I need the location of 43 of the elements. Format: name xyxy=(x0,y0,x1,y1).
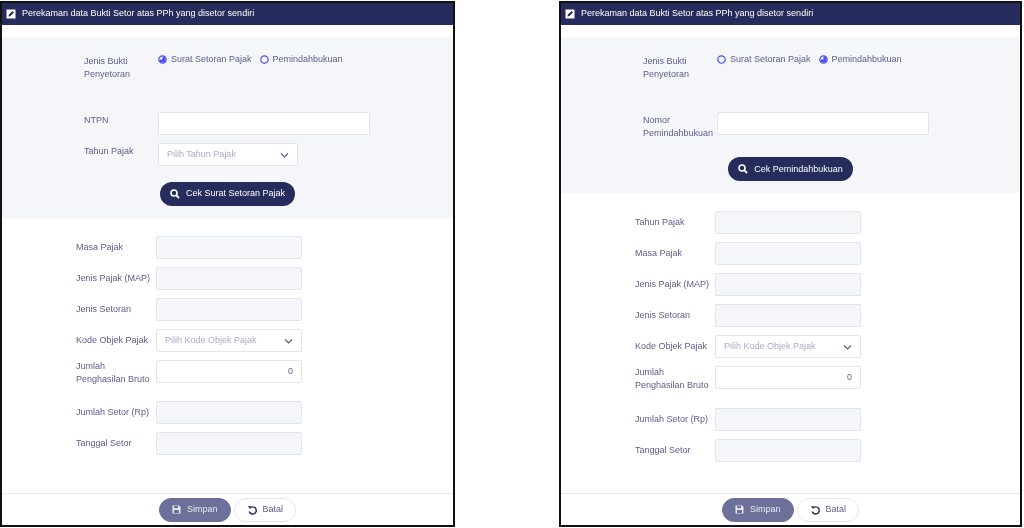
field-label: Tanggal Setor xyxy=(635,443,692,457)
field-label: Kode Objek Pajak xyxy=(635,340,709,353)
field-label: Nomor Pemindahbukuan xyxy=(643,114,715,140)
field-label: Tanggal Setor xyxy=(76,437,133,450)
field-label: Jumlah Setor (Rp) xyxy=(635,412,710,426)
cancel-button[interactable]: Batal xyxy=(233,497,296,522)
field-label: Masa Pajak xyxy=(76,241,125,254)
field-label: Kode Objek Pajak xyxy=(76,334,150,347)
field-label: Jenis Bukti Penyetoran xyxy=(84,55,132,81)
number-input-field[interactable]: 0 xyxy=(715,366,861,390)
field-label: Masa Pajak xyxy=(635,247,684,260)
panel-title: Perekaman data Bukti Setor atas PPh yang disetor sendiri xyxy=(22,7,255,21)
field-label: Jenis Pajak (MAP) xyxy=(76,272,152,285)
radio-button[interactable]: Pemindahbukuan xyxy=(259,53,343,67)
undo-icon xyxy=(246,504,257,515)
chevron-down-icon xyxy=(280,151,289,158)
chevron-down-icon xyxy=(843,343,852,350)
field-label: Tahun Pajak xyxy=(84,145,135,158)
pencil-icon xyxy=(565,9,575,19)
field-label: Jumlah Penghasilan Bruto xyxy=(635,366,710,392)
field-label: Jenis Bukti Penyetoran xyxy=(643,55,691,81)
search-icon xyxy=(738,164,749,175)
check-button[interactable]: Cek Surat Setoran Pajak xyxy=(159,182,296,207)
text-input-field[interactable] xyxy=(158,112,370,136)
field-label: Jenis Setoran xyxy=(76,303,133,316)
pencil-icon xyxy=(6,9,16,19)
panel-title: Perekaman data Bukti Setor atas PPh yang disetor sendiri xyxy=(581,7,814,21)
cancel-button[interactable]: Batal xyxy=(796,497,859,522)
search-icon xyxy=(169,189,180,200)
field-label: Jumlah Penghasilan Bruto xyxy=(76,360,151,386)
check-button[interactable]: Cek Pemindahbukuan xyxy=(728,157,853,182)
field-label: Jenis Pajak (MAP) xyxy=(635,278,711,291)
undo-icon xyxy=(809,504,820,515)
chevron-down-icon xyxy=(284,337,293,344)
radio-button[interactable]: Pemindahbukuan xyxy=(818,53,902,67)
field-label: Tahun Pajak xyxy=(635,216,686,229)
number-input-field[interactable]: 0 xyxy=(156,360,302,384)
radio-button[interactable]: Surat Setoran Pajak xyxy=(717,53,811,67)
field-label: NTPN xyxy=(84,114,110,127)
field-label: Jenis Setoran xyxy=(635,309,692,322)
field-label: Jumlah Setor (Rp) xyxy=(76,406,151,419)
text-input-field[interactable] xyxy=(717,112,929,136)
radio-button[interactable]: Surat Setoran Pajak xyxy=(158,53,252,67)
